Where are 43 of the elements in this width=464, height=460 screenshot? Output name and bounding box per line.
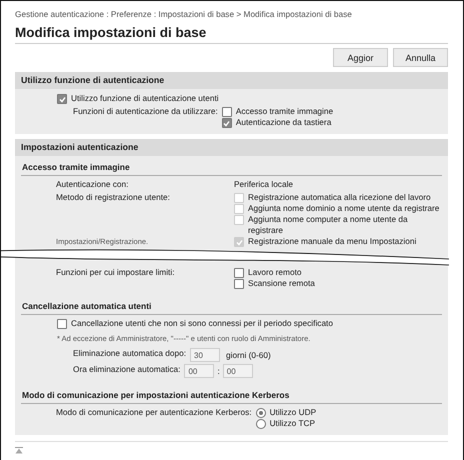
checkbox-label: Autenticazione da tastiera: [236, 117, 332, 128]
checkbox-label: Utilizzo funzione di autenticazione utenti: [71, 93, 219, 104]
field-label: Modo di comunicazione per autenticazione Kerberos:: [55, 407, 253, 418]
checkbox[interactable]: [234, 279, 244, 289]
time-separator: :: [217, 365, 220, 378]
checkbox[interactable]: [57, 94, 67, 104]
subsection-heading: Accesso tramite immagine: [21, 160, 442, 176]
section-header: Utilizzo funzione di autenticazione: [15, 72, 448, 89]
number-field[interactable]: 30: [190, 348, 220, 362]
scroll-to-top-icon[interactable]: [15, 447, 23, 454]
page-title: Modifica impostazioni di base: [15, 25, 448, 44]
checkbox-label: Aggiunta nome computer a nome utente da registrare: [248, 214, 409, 236]
checkbox[interactable]: [222, 118, 232, 128]
radio-label: Utilizzo UDP: [270, 407, 316, 418]
minute-field[interactable]: 00: [222, 364, 253, 378]
subsection-heading: Modo di comunicazione per impostazioni autenticazione Kerberos: [21, 388, 442, 404]
field-label: Metodo di registrazione utente:: [55, 192, 171, 203]
hour-field[interactable]: 00: [184, 364, 214, 378]
checkbox-label: Scansione remota: [248, 278, 315, 289]
breadcrumb: Gestione autenticazione : Preferenze : Impostazioni di base > Modifica impostazioni di base: [15, 8, 353, 20]
field-label: Eliminazione automatica dopo:: [72, 348, 187, 359]
subsection-heading: Cancellazione automatica utenti: [21, 299, 442, 315]
field-value: Periferica locale: [234, 179, 294, 190]
checkbox-label: Registrazione automatica alla ricezione del lavoro: [248, 192, 431, 203]
checkbox[interactable]: [222, 107, 232, 117]
checkbox[interactable]: [57, 319, 67, 329]
action-button[interactable]: Aggior: [333, 48, 388, 67]
checkbox-label: Aggiunta nome dominio a nome utente da registrare: [248, 203, 440, 214]
section-header: Impostazioni autenticazione: [15, 139, 448, 156]
action-button[interactable]: Annulla: [393, 48, 448, 67]
field-label: Funzioni per cui impostare limiti:: [55, 267, 176, 278]
checkbox-label: Lavoro remoto: [248, 267, 302, 278]
field-label: Ora eliminazione automatica:: [72, 364, 182, 375]
checkbox-label: Cancellazione utenti che non si sono connessi per il periodo specificato: [71, 318, 333, 329]
radio-button[interactable]: [256, 419, 266, 429]
radio-button[interactable]: [256, 408, 266, 418]
checkbox-label: Accesso tramite immagine: [236, 106, 334, 117]
field-label: Autenticazione con:: [55, 179, 130, 190]
radio-label: Utilizzo TCP: [270, 418, 316, 429]
field-label: Funzioni di autenticazione da utilizzare:: [72, 106, 219, 117]
checkbox-label: Registrazione manuale da menu Impostazioni: [248, 236, 416, 247]
unit-label: giorni (0-60): [226, 349, 271, 362]
checkbox[interactable]: [234, 268, 244, 278]
